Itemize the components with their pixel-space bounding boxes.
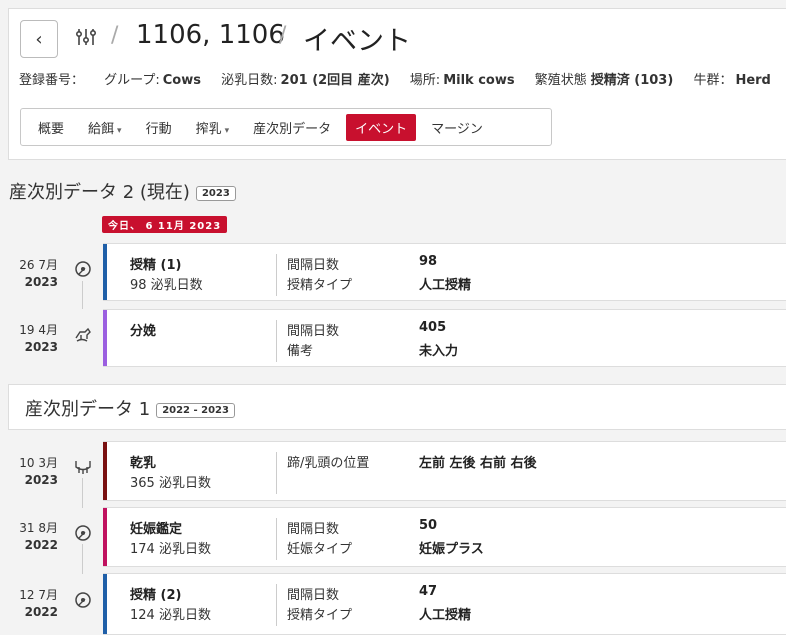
page-title: イベント [303, 26, 411, 57]
tab-lactation-data[interactable]: 産次別データ [244, 114, 340, 141]
event-card[interactable]: 授精 (1) 98 泌乳日数 間隔日数 授精タイプ 98 人工授精 [103, 243, 786, 301]
detail-label: 妊娠タイプ [287, 542, 353, 557]
event-date: 12 7月 2022 [19, 588, 58, 619]
event-dim: 98 泌乳日数 [130, 278, 203, 293]
event-name: 乾乳 [130, 456, 157, 471]
insemination-icon [72, 258, 94, 280]
detail-value: 妊娠プラス [419, 542, 484, 557]
animal-id: 1106, 1106 [136, 20, 285, 50]
event-name: 分娩 [130, 324, 157, 339]
lactation-year-badge: 2022 - 2023 [156, 402, 235, 418]
detail-value: 人工授精 [419, 608, 472, 623]
event-card[interactable]: 分娩 間隔日数 備考 405 未入力 [103, 309, 786, 367]
location-info: 場所: Milk cows [409, 73, 515, 88]
detail-label: 備考 [287, 344, 314, 359]
detail-label: 蹄/乳頭の位置 [287, 456, 370, 471]
tab-behavior[interactable]: 行動 [137, 114, 181, 141]
tab-margin[interactable]: マージン [422, 114, 492, 141]
lactation-year-badge: 2023 [195, 185, 236, 201]
event-card[interactable]: 授精 (2) 124 泌乳日数 間隔日数 授精タイプ 47 人工授精 [103, 573, 786, 635]
caret-down-icon: ▾ [117, 125, 122, 136]
event-color-bar [103, 244, 107, 300]
detail-value: 98 [419, 254, 438, 269]
breadcrumb-separator: / [279, 23, 287, 48]
tab-milking[interactable]: 搾乳 ▾ [187, 114, 239, 141]
animal-header: ‹ / 1106, 1106 / イベント 登録番号： グループ: Cows 泌乳… [8, 8, 786, 160]
event-date: 10 3月 2023 [19, 456, 58, 487]
calving-icon [72, 324, 94, 346]
event-card[interactable]: 妊娠鑑定 174 泌乳日数 間隔日数 妊娠タイプ 50 妊娠プラス [103, 507, 786, 567]
detail-value: 人工授精 [419, 278, 472, 293]
event-date: 26 7月 2023 [19, 258, 58, 289]
event-name: 妊娠鑑定 [130, 522, 183, 537]
animal-info-row: 登録番号： グループ: Cows 泌乳日数: 201 (2回目 産次) 場所: Mil… [19, 69, 786, 88]
event-color-bar [103, 574, 107, 634]
dry-off-icon [72, 456, 94, 478]
detail-label: 授精タイプ [287, 278, 353, 293]
registration-label: 登録番号： [19, 73, 85, 88]
tab-overview[interactable]: 概要 [29, 114, 73, 141]
timeline-line [82, 544, 83, 574]
back-button[interactable]: ‹ [20, 20, 58, 58]
detail-value: 47 [419, 584, 438, 599]
card-divider [276, 584, 277, 626]
timeline-line [82, 478, 83, 508]
card-divider [276, 452, 277, 494]
event-dim: 124 泌乳日数 [130, 608, 211, 623]
detail-value: 405 [419, 320, 447, 335]
detail-value: 未入力 [419, 344, 459, 359]
chevron-left-icon: ‹ [35, 28, 43, 50]
herd-info: 牛群： Herd [693, 73, 771, 88]
event-color-bar [103, 442, 107, 500]
today-badge: 今日、 6 11月 2023 [102, 216, 228, 233]
event-color-bar [103, 310, 107, 366]
lactation-1-header: 産次別データ 1 2022 - 2023 [8, 384, 786, 430]
tab-events[interactable]: イベント [346, 113, 417, 141]
detail-label: 間隔日数 [287, 522, 340, 537]
card-divider [276, 254, 277, 296]
detail-label: 間隔日数 [287, 258, 340, 273]
card-divider [276, 320, 277, 362]
group-info: グループ: Cows [104, 73, 201, 88]
detail-label: 間隔日数 [287, 588, 340, 603]
event-card[interactable]: 乾乳 365 泌乳日数 蹄/乳頭の位置 左前 左後 右前 右後 [103, 441, 786, 501]
sliders-icon[interactable] [75, 27, 97, 47]
event-name: 授精 (1) [130, 258, 182, 273]
card-divider [276, 518, 277, 560]
lactation-1-title: 産次別データ 1 2022 - 2023 [25, 395, 235, 421]
event-dim: 365 泌乳日数 [130, 476, 211, 491]
event-date: 19 4月 2023 [19, 323, 58, 354]
detail-value: 50 [419, 518, 438, 533]
pregnancy-check-icon [72, 522, 94, 544]
lactation-2-title: 産次別データ 2 (現在) 2023 [9, 178, 236, 204]
timeline-line [82, 281, 83, 309]
detail-label: 間隔日数 [287, 324, 340, 339]
event-dim: 174 泌乳日数 [130, 542, 211, 557]
event-date: 31 8月 2022 [19, 521, 58, 552]
dim-info: 泌乳日数: 201 (2回目 産次) [221, 73, 390, 88]
caret-down-icon: ▾ [224, 125, 230, 136]
repro-status-info: 繁殖状態 授精済 (103) [534, 73, 674, 88]
breadcrumb-separator: / [111, 23, 119, 48]
event-name: 授精 (2) [130, 588, 182, 603]
tab-feeding[interactable]: 給餌 ▾ [79, 114, 131, 141]
insemination-icon [72, 589, 94, 611]
tab-bar: 概要 給餌 ▾ 行動 搾乳 ▾ 産次別データ イベント マージン [20, 108, 552, 146]
detail-label: 授精タイプ [287, 608, 353, 623]
detail-value: 左前 左後 右前 右後 [419, 456, 537, 471]
event-color-bar [103, 508, 107, 566]
